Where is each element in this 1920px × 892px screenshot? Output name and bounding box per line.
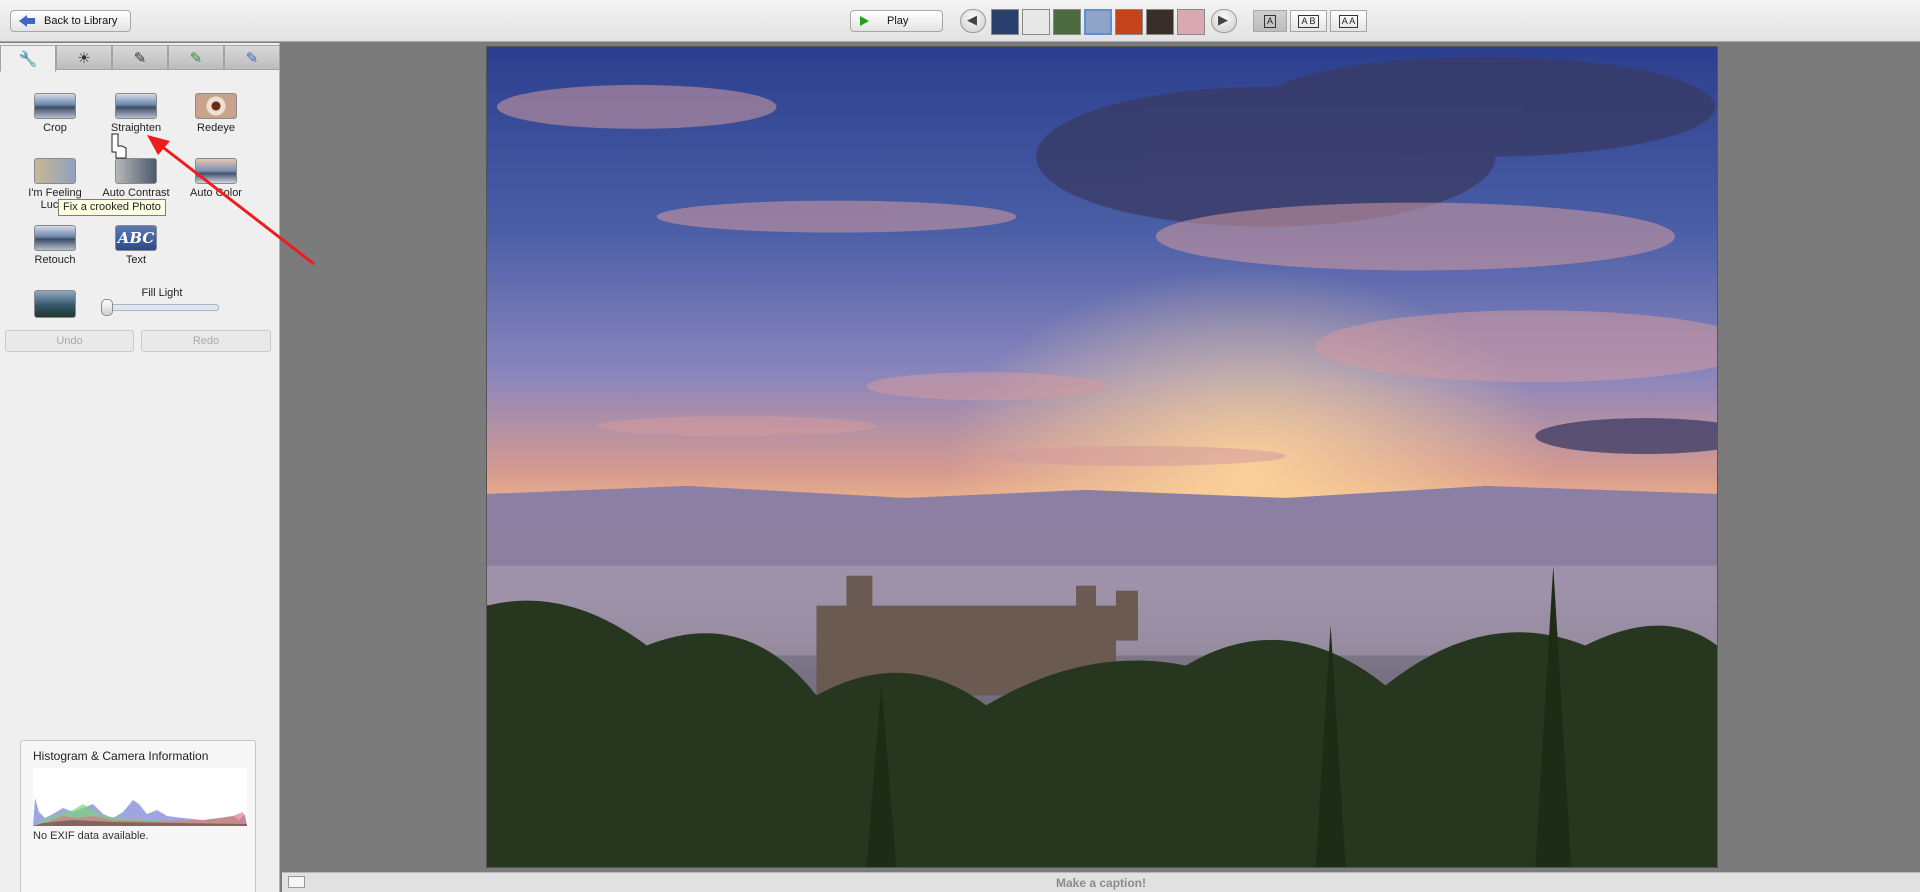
auto-contrast-icon [115,158,157,184]
redeye-icon [195,93,237,119]
fill-light-icon [34,290,76,318]
caption-input[interactable]: Make a caption! [282,876,1920,890]
feeling-lucky-icon [34,158,76,184]
photo-thumbnail[interactable] [1146,9,1174,35]
straighten-tooltip: Fix a crooked Photo [58,199,166,216]
text-tool[interactable]: ABC Text [96,225,176,266]
redeye-label: Redeye [197,122,235,134]
fill-light-slider-handle[interactable] [101,299,113,316]
crop-label: Crop [43,122,67,134]
compare-view-label: A B [1298,14,1319,28]
blue-brush-icon: ✎ [245,49,259,67]
undo-button[interactable]: Undo [5,330,134,352]
tab-artistic-effects[interactable]: ✎ [224,45,280,70]
edited-photo[interactable] [486,46,1718,868]
redo-button[interactable]: Redo [141,330,271,352]
tab-tuning[interactable]: ☀ [56,45,112,70]
photo-thumbnail[interactable] [1053,9,1081,35]
back-to-library-label: Back to Library [44,15,118,27]
text-label: Text [125,254,147,266]
exif-note: No EXIF data available. [33,830,149,842]
retouch-tool[interactable]: Retouch [15,225,95,266]
retouch-icon [34,225,76,251]
histogram-title: Histogram & Camera Information [33,749,209,763]
straighten-tool[interactable]: Straighten [96,93,176,134]
crop-icon [34,93,76,119]
single-view-button[interactable]: A [1253,10,1287,32]
auto-contrast-label: Auto Contrast [102,187,170,199]
layout-selector: A A B A A [1253,10,1367,32]
tab-basic-fixes[interactable]: 🔧 [0,45,56,72]
caption-bar: Make a caption! [282,872,1920,892]
before-after-view-label: A A [1338,14,1359,28]
auto-color-label: Auto Color [190,187,242,199]
play-icon [860,16,869,26]
photo-thumbnail[interactable] [1022,9,1050,35]
auto-color-icon [195,158,237,184]
green-brush-icon: ✎ [189,49,203,67]
edit-tabs: 🔧 ☀ ✎ ✎ ✎ [0,45,280,72]
arrow-left-icon: ◀ [967,13,977,28]
tab-effects[interactable]: ✎ [112,45,168,70]
top-toolbar: Back to Library Play ◀ ▶ A A B A A [0,0,1920,42]
redeye-tool[interactable]: Redeye [176,93,256,134]
tab-more-effects[interactable]: ✎ [168,45,224,70]
text-abc-icon: ABC [115,225,157,251]
sun-icon: ☀ [77,49,91,67]
play-slideshow-button[interactable]: Play [850,10,943,32]
straighten-label: Straighten [110,122,162,134]
fill-light-slider[interactable] [105,304,219,311]
histogram-panel: Histogram & Camera Information No EXIF d… [20,740,256,892]
photo-thumbnail[interactable] [991,9,1019,35]
previous-photo-button[interactable]: ◀ [960,9,986,33]
single-view-label: A [1263,14,1276,28]
compare-view-button[interactable]: A B [1290,10,1327,32]
play-label: Play [887,15,909,27]
next-photo-button[interactable]: ▶ [1211,9,1237,33]
brush-icon: ✎ [133,49,147,67]
before-after-view-button[interactable]: A A [1330,10,1367,32]
straighten-icon [115,93,157,119]
arrow-right-icon: ▶ [1218,13,1228,28]
histogram-graph [33,768,247,826]
back-to-library-button[interactable]: Back to Library [10,10,131,32]
auto-contrast-tool[interactable]: Auto Contrast [96,158,176,199]
fill-light-label: Fill Light [141,287,183,299]
photo-stage [282,43,1920,872]
crop-tool[interactable]: Crop [15,93,95,134]
auto-color-tool[interactable]: Auto Color [176,158,256,199]
photo-thumbnail[interactable] [1115,9,1143,35]
wrench-icon: 🔧 [18,50,38,68]
back-arrow-icon [19,15,35,27]
photo-thumbnail[interactable] [1084,9,1112,35]
photo-thumbnail[interactable] [1177,9,1205,35]
edit-panel: 🔧 ☀ ✎ ✎ ✎ Crop Straighten Redeye I'm Fee… [0,43,280,892]
retouch-label: Retouch [34,254,76,266]
